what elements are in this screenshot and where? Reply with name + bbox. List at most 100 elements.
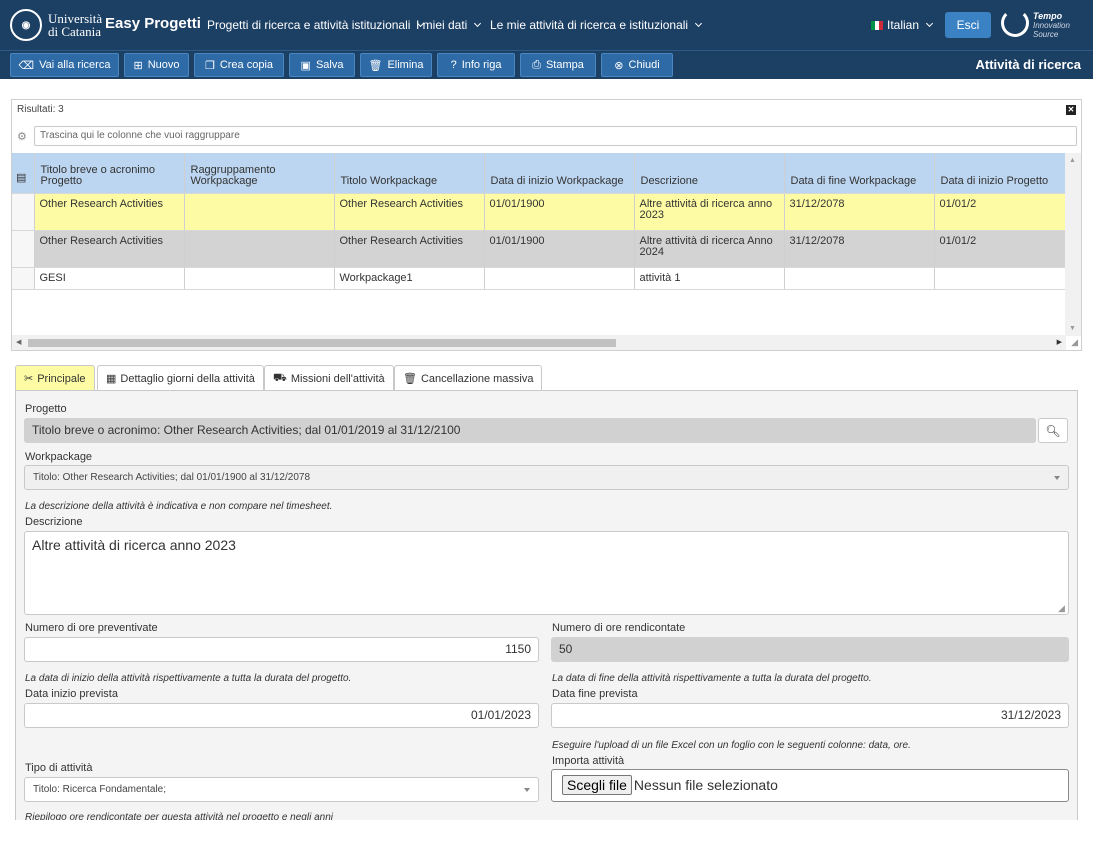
table-cell[interactable]	[934, 267, 1068, 290]
stampa-button[interactable]: ⎙ Stampa	[520, 53, 596, 77]
row-selector[interactable]	[12, 230, 35, 268]
tab-principale[interactable]: ✂ Principale	[15, 365, 95, 391]
tipo-attivita-select[interactable]: Titolo: Ricerca Fondamentale;	[24, 777, 539, 802]
ore-rendicontate-label: Numero di ore rendicontate	[552, 622, 686, 634]
vertical-scrollbar[interactable]: ▲ ▼	[1065, 153, 1081, 336]
scroll-left-icon[interactable]: ◀	[16, 338, 21, 346]
table-cell[interactable]: Other Research Activities	[34, 230, 185, 268]
university-seal-logo: ◉	[10, 9, 42, 41]
table-cell[interactable]: Altre attività di ricerca anno 2023	[634, 193, 785, 231]
table-cell[interactable]: attività 1	[634, 267, 785, 290]
tab-missioni[interactable]: ⛟ Missioni dell'attività	[264, 365, 394, 391]
crea-copia-button[interactable]: ❐ Crea copia	[194, 53, 284, 77]
chevron-down-icon	[524, 788, 530, 792]
progetto-field[interactable]: Titolo breve o acronimo: Other Research …	[24, 418, 1036, 443]
column-header[interactable]: Titolo Workpackage	[334, 153, 485, 194]
column-header[interactable]: Data di inizio Workpackage	[484, 153, 635, 194]
close-icon[interactable]: ✕	[1066, 105, 1076, 115]
menu-miei-dati[interactable]: I miei dati	[416, 18, 482, 32]
table-row[interactable]: Other Research Activities Other Research…	[12, 230, 1068, 268]
upload-hint: Eseguire l'upload di un file Excel con u…	[552, 740, 911, 751]
crea-copia-label: Crea copia	[219, 59, 274, 71]
chiudi-button[interactable]: ⊗ Chiudi	[601, 53, 673, 77]
tempo-sub-1: Innovation	[1033, 21, 1070, 30]
table-cell[interactable]: Other Research Activities	[334, 193, 485, 231]
logout-button[interactable]: Esci	[945, 12, 991, 38]
tab-cancellazione-massiva[interactable]: 🗑 Cancellazione massiva	[394, 365, 543, 391]
table-row[interactable]: Other Research Activities Other Research…	[12, 193, 1068, 231]
tempo-logo-icon	[1001, 9, 1029, 37]
tipo-attivita-label: Tipo di attività	[25, 762, 93, 774]
salva-label: Salva	[315, 59, 344, 71]
row-selector-header[interactable]: ▤	[12, 153, 35, 194]
close-circle-icon: ⊗	[614, 59, 624, 72]
choose-file-button[interactable]: Scegli file	[562, 775, 632, 795]
data-fine-label: Data fine prevista	[552, 688, 638, 700]
row-selector[interactable]	[12, 267, 35, 290]
data-fine-input[interactable]: 31/12/2023	[551, 703, 1069, 728]
search-project-button[interactable]: 🔍︎	[1038, 418, 1068, 443]
file-upload-input[interactable]: Scegli file Nessun file selezionato	[551, 769, 1069, 802]
copy-icon: ❐	[204, 59, 215, 72]
table-cell[interactable]: Other Research Activities	[34, 193, 185, 231]
column-header[interactable]: Data di inizio Progetto	[934, 153, 1068, 194]
gear-icon[interactable]: ⚙	[17, 130, 27, 143]
table-cell[interactable]: 01/01/1900	[484, 230, 635, 268]
scroll-right-icon[interactable]: ▶	[1057, 338, 1062, 346]
column-header[interactable]: Descrizione	[634, 153, 785, 194]
resize-handle-icon[interactable]: ◢	[1058, 603, 1065, 614]
table-row[interactable]: GESI Workpackage1 attività 1	[12, 267, 1068, 290]
question-icon: ?	[450, 59, 457, 71]
table-cell[interactable]	[184, 193, 335, 231]
column-header[interactable]: Data di fine Workpackage	[784, 153, 935, 194]
data-inizio-input[interactable]: 01/01/2023	[24, 703, 539, 728]
elimina-button[interactable]: 🗑 Elimina	[360, 53, 432, 77]
vai-alla-ricerca-button[interactable]: ⌫ Vai alla ricerca	[10, 53, 119, 77]
table-cell[interactable]: Altre attività di ricerca Anno 2024	[634, 230, 785, 268]
scroll-up-icon[interactable]: ▲	[1069, 157, 1076, 164]
resize-handle-icon[interactable]: ◢	[1071, 337, 1078, 348]
table-cell[interactable]: 31/12/2078	[784, 230, 935, 268]
menu-progetti[interactable]: Progetti di ricerca e attività istituzio…	[207, 18, 425, 32]
university-name: Università di Catania	[48, 12, 102, 38]
salva-button[interactable]: ▣ Salva	[289, 53, 355, 77]
descrizione-textarea[interactable]: Altre attività di ricerca anno 2023	[24, 531, 1069, 615]
ore-preventivate-input[interactable]: 1150	[24, 637, 539, 662]
info-riga-button[interactable]: ? Info riga	[437, 53, 515, 77]
chevron-down-icon	[474, 19, 482, 28]
table-cell[interactable]	[184, 230, 335, 268]
group-by-dropzone[interactable]: Trascina qui le colonne che vuoi raggrup…	[34, 126, 1077, 146]
table-cell[interactable]	[784, 267, 935, 290]
scroll-down-icon[interactable]: ▼	[1069, 325, 1076, 332]
results-grid: Risultati: 3 ✕ ⚙ Trascina qui le colonne…	[11, 99, 1082, 351]
data-fine-hint: La data di fine della attività rispettiv…	[552, 673, 872, 684]
stampa-label: Stampa	[545, 59, 584, 71]
language-label: Italian	[887, 18, 920, 32]
table-cell[interactable]: GESI	[34, 267, 185, 290]
data-inizio-label: Data inizio prevista	[25, 688, 118, 700]
table-cell[interactable]	[484, 267, 635, 290]
workpackage-select[interactable]: Titolo: Other Research Activities; dal 0…	[24, 465, 1069, 490]
table-cell[interactable]: 31/12/2078	[784, 193, 935, 231]
table-header-row: ▤ Titolo breve o acronimo Progetto Raggr…	[12, 153, 1068, 194]
horizontal-scrollbar[interactable]: ◀ ▶	[12, 335, 1066, 350]
menu-mie-attivita[interactable]: Le mie attività di ricerca e istituziona…	[490, 18, 703, 32]
scrollbar-thumb[interactable]	[28, 339, 616, 347]
table-cell[interactable]	[184, 267, 335, 290]
table-cell[interactable]: 01/01/2	[934, 230, 1068, 268]
column-header[interactable]: Titolo breve o acronimo Progetto	[34, 153, 185, 194]
table-cell[interactable]: Workpackage1	[334, 267, 485, 290]
file-status: Nessun file selezionato	[633, 777, 778, 793]
tempo-brand: Tempo	[1033, 11, 1063, 21]
language-selector[interactable]: Italian	[871, 18, 934, 32]
tab-cancellazione-label: Cancellazione massiva	[420, 372, 534, 385]
importa-attivita-label: Importa attività	[552, 755, 625, 767]
row-selector[interactable]	[12, 193, 35, 231]
app-name[interactable]: Easy Progetti	[105, 15, 201, 32]
tab-dettaglio-giorni[interactable]: ▦ Dettaglio giorni della attività	[97, 365, 264, 391]
table-cell[interactable]: 01/01/1900	[484, 193, 635, 231]
table-cell[interactable]: 01/01/2	[934, 193, 1068, 231]
nuovo-button[interactable]: ⊞ Nuovo	[124, 53, 189, 77]
column-header[interactable]: Raggruppamento Workpackage	[184, 153, 335, 194]
table-cell[interactable]: Other Research Activities	[334, 230, 485, 268]
